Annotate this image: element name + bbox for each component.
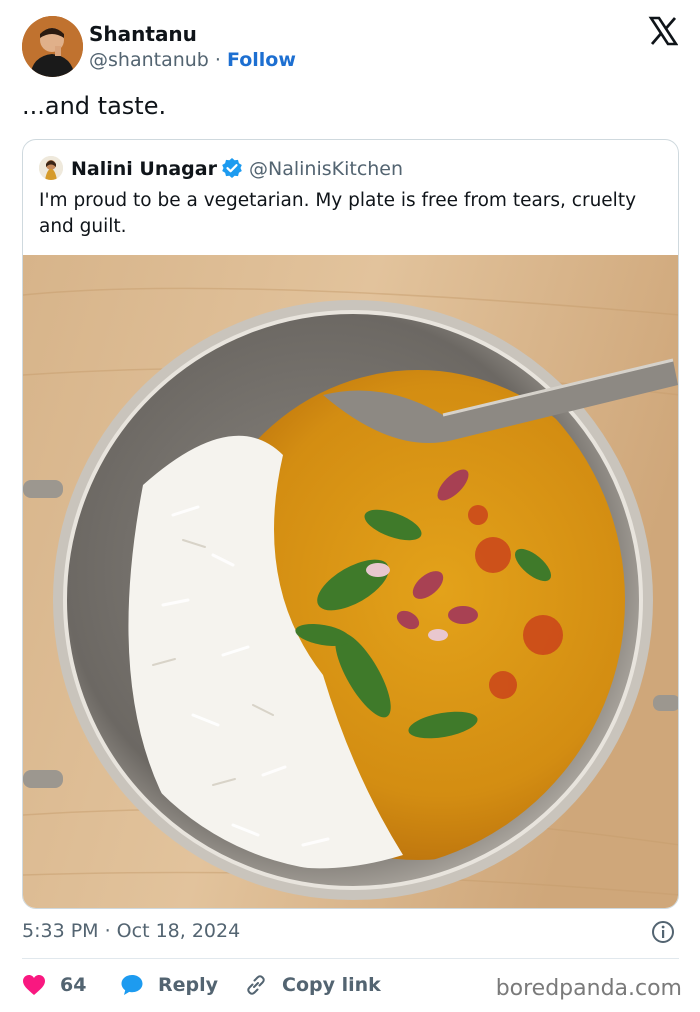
quoted-author-avatar[interactable]	[39, 156, 63, 180]
heart-icon	[23, 975, 45, 995]
follow-button[interactable]: Follow	[227, 49, 296, 71]
tweet-timestamp[interactable]: 5:33 PM · Oct 18, 2024	[22, 920, 240, 942]
copy-link-label: Copy link	[282, 974, 381, 996]
author-handle[interactable]: @shantanub	[89, 49, 209, 71]
quoted-tweet[interactable]: Nalini Unagar @NalinisKitchen I'm proud …	[22, 139, 679, 909]
author-avatar[interactable]	[22, 16, 83, 77]
quoted-tweet-text: I'm proud to be a vegetarian. My plate i…	[39, 190, 637, 237]
handle-separator: ·	[214, 49, 221, 71]
info-icon[interactable]	[651, 920, 675, 944]
tweet-header: Shantanu @shantanub · Follow	[22, 16, 682, 78]
tweet-text: ...and taste.	[22, 92, 167, 120]
like-count: 64	[60, 974, 87, 996]
reply-button[interactable]: Reply	[120, 970, 218, 1000]
quoted-author-handle[interactable]: @NalinisKitchen	[249, 158, 403, 180]
verified-icon	[222, 158, 242, 178]
like-button[interactable]: 64	[22, 970, 86, 1000]
quoted-media-image[interactable]	[23, 255, 678, 908]
reply-label: Reply	[158, 974, 219, 996]
quoted-author-name[interactable]: Nalini Unagar	[71, 158, 217, 180]
reply-icon	[121, 975, 143, 995]
copy-link-button[interactable]: Copy link	[244, 970, 381, 1000]
watermark: boredpanda.com	[495, 976, 682, 1001]
x-logo-icon[interactable]	[648, 16, 679, 46]
divider	[22, 958, 679, 959]
quoted-author-name-row[interactable]: Nalini Unagar	[71, 157, 243, 180]
author-name[interactable]: Shantanu	[89, 22, 197, 46]
link-icon	[247, 975, 265, 995]
author-handle-row: @shantanub · Follow	[89, 49, 296, 71]
